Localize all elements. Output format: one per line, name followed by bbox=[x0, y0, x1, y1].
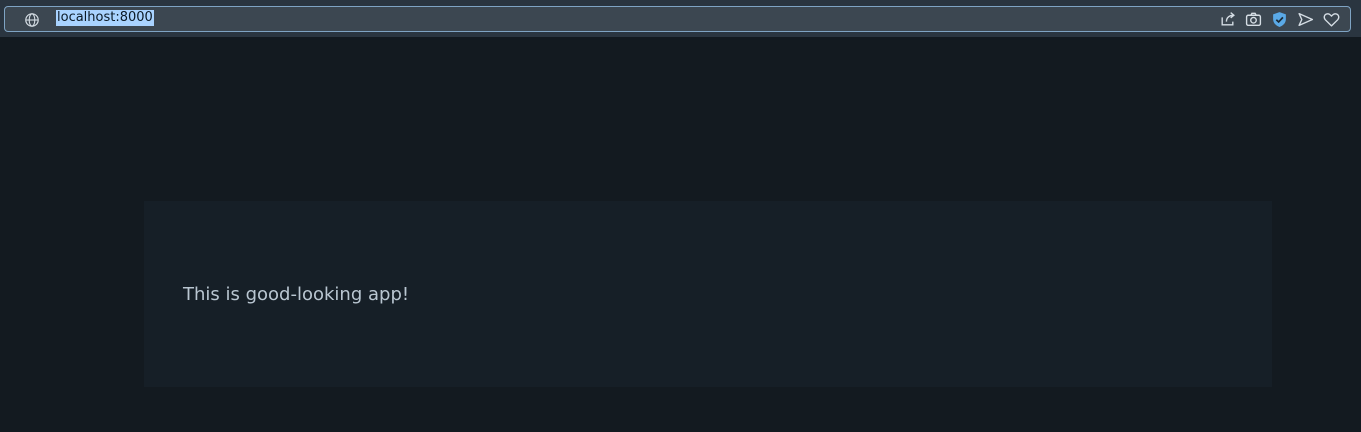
globe-icon bbox=[25, 13, 39, 27]
address-bar[interactable]: localhost:8000 bbox=[4, 6, 1351, 32]
content-card: This is good-looking app! bbox=[144, 201, 1272, 387]
url-text[interactable]: localhost:8000 bbox=[56, 10, 154, 26]
share-icon[interactable] bbox=[1219, 11, 1236, 28]
heart-icon[interactable] bbox=[1323, 11, 1340, 28]
browser-toolbar: localhost:8000 bbox=[0, 0, 1361, 37]
send-icon[interactable] bbox=[1297, 11, 1314, 28]
camera-icon[interactable] bbox=[1245, 11, 1262, 28]
address-bar-actions bbox=[1219, 11, 1340, 28]
page-content: This is good-looking app! bbox=[0, 37, 1361, 432]
card-message: This is good-looking app! bbox=[183, 284, 410, 305]
shield-check-icon[interactable] bbox=[1271, 11, 1288, 28]
